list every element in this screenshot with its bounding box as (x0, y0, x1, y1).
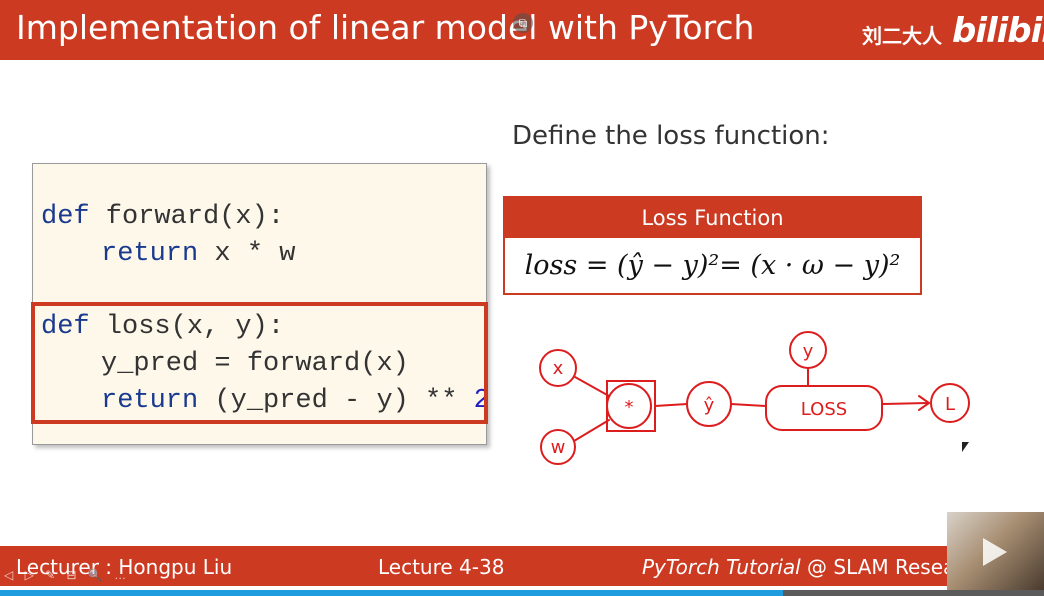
loss-function-title: Loss Function (505, 198, 920, 238)
edge-yhat-loss (730, 403, 767, 407)
loss-heading: Define the loss function: (512, 121, 830, 151)
edge-x-mul (574, 376, 610, 397)
video-progress-fill (0, 590, 783, 596)
code-text: x * w (198, 239, 296, 269)
slide-footer: Lecturer : Hongpu Liu Lecture 4-38 PyTor… (0, 546, 1044, 586)
loss-code-highlight (31, 302, 488, 424)
tutorial-name: PyTorch Tutorial (642, 555, 801, 579)
video-progress-bar[interactable] (0, 590, 1044, 596)
label-w: w (551, 437, 566, 458)
label-mul: * (625, 397, 634, 418)
tutorial-credit: PyTorch Tutorial @ SLAM Resear (642, 555, 964, 579)
label-L: L (945, 394, 955, 415)
edge-w-mul (573, 419, 610, 442)
loss-function-box: Loss Function loss = (ŷ − y)²= (x · ω − … (503, 196, 922, 295)
loss-formula: loss = (ŷ − y)²= (x · ω − y)² (524, 250, 901, 281)
mouse-cursor-icon (962, 442, 969, 452)
play-icon[interactable] (983, 538, 1007, 566)
edge-loss-L (881, 402, 929, 405)
label-yhat: ŷ (704, 395, 715, 416)
picture-in-picture-icon[interactable]: ⧉ (513, 13, 533, 33)
label-loss: LOSS (801, 399, 847, 420)
edge-mul-yhat (654, 403, 688, 407)
keyword: def (41, 202, 90, 232)
org-name: @ SLAM Resear (800, 555, 964, 579)
slide-title: Implementation of linear model with PyTo… (16, 8, 755, 47)
slide-controls[interactable]: ◁ ▷ ✎ ⊟ 🔍 … (4, 568, 130, 582)
code-line-2: return x * w (101, 237, 295, 271)
author-name: 刘二大人 (862, 24, 942, 48)
computation-graph-sketch: x w * ŷ y LOSS L (539, 331, 970, 465)
bilibili-logo: bilibili (952, 11, 1044, 51)
webcam-thumbnail[interactable] (947, 512, 1044, 590)
code-text: forward(x): (89, 202, 285, 232)
code-line-1: def forward(x): (41, 200, 284, 234)
label-x: x (553, 358, 564, 379)
label-y: y (803, 341, 814, 362)
slide-header: Implementation of linear model with PyTo… (0, 0, 1044, 60)
lecture-number: Lecture 4-38 (378, 555, 505, 579)
keyword: return (101, 239, 199, 269)
